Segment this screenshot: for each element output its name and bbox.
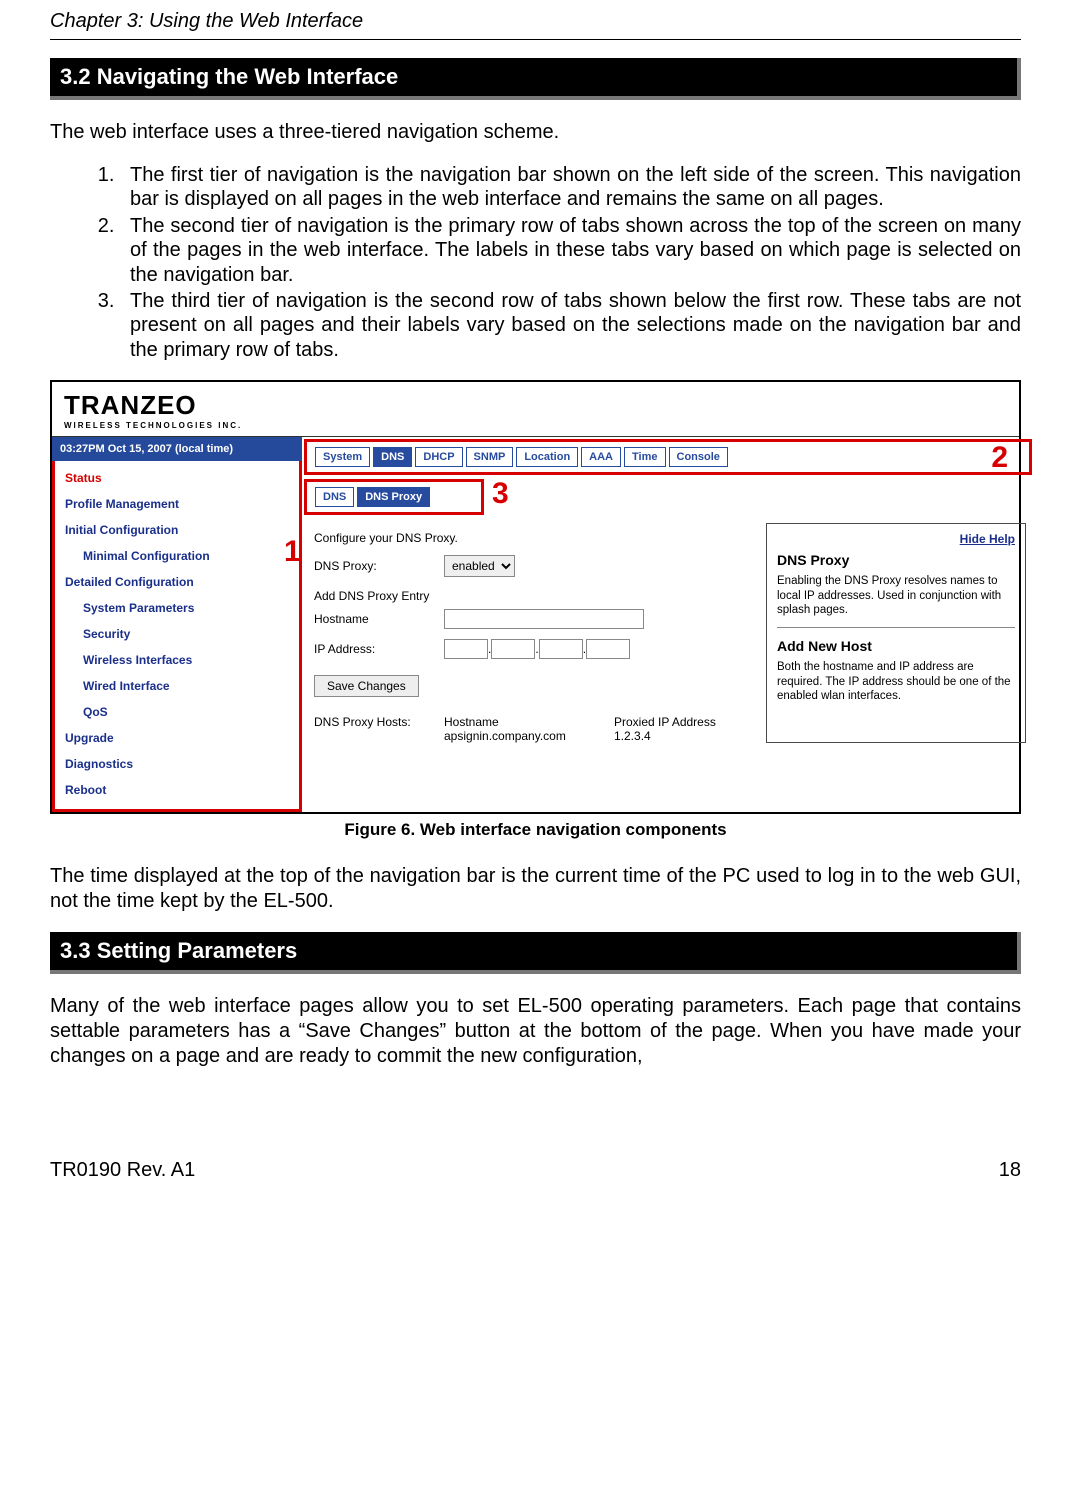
subtab-dns[interactable]: DNS <box>315 487 354 507</box>
tab-console[interactable]: Console <box>669 447 728 467</box>
ip-address-label: IP Address: <box>314 642 444 656</box>
tab-snmp[interactable]: SNMP <box>466 447 514 467</box>
primary-tabs: System DNS DHCP SNMP Location AAA Time C… <box>304 439 1032 475</box>
cell-ip: 1.2.3.4 <box>614 729 754 743</box>
hostname-label: Hostname <box>314 612 444 626</box>
footer-doc-id: TR0190 Rev. A1 <box>50 1159 195 1182</box>
list-item: The first tier of navigation is the navi… <box>120 163 1021 212</box>
help-body-add-host: Both the hostname and IP address are req… <box>777 660 1015 703</box>
sidebar-item-upgrade[interactable]: Upgrade <box>55 725 299 751</box>
section-3-3-body: Many of the web interface pages allow yo… <box>50 994 1021 1069</box>
help-title-add-host: Add New Host <box>777 638 1015 654</box>
sidebar-item-wireless-interfaces[interactable]: Wireless Interfaces <box>55 647 299 673</box>
logo-subtext: WIRELESS TECHNOLOGIES INC. <box>64 421 1007 430</box>
hostname-input[interactable] <box>444 609 644 629</box>
col-hostname: Hostname <box>444 715 614 729</box>
tab-time[interactable]: Time <box>624 447 665 467</box>
hosts-heading: DNS Proxy Hosts: <box>314 715 444 729</box>
annotation-3: 3 <box>492 477 509 511</box>
local-time-display: 03:27PM Oct 15, 2007 (local time) <box>52 437 302 461</box>
page-footer: TR0190 Rev. A1 18 <box>50 1159 1021 1182</box>
tab-dns[interactable]: DNS <box>373 447 412 467</box>
ip-octet-1[interactable] <box>444 639 488 659</box>
left-nav: Status Profile Management Initial Config… <box>52 461 302 812</box>
ip-octet-3[interactable] <box>539 639 583 659</box>
logo-area: TRANZEO WIRELESS TECHNOLOGIES INC. <box>52 382 1019 437</box>
navigation-tier-list: The first tier of navigation is the navi… <box>120 163 1021 362</box>
page-description: Configure your DNS Proxy. <box>314 531 754 545</box>
sidebar-item-minimal-config[interactable]: Minimal Configuration <box>55 543 299 569</box>
save-changes-button[interactable]: Save Changes <box>314 675 419 697</box>
add-entry-heading: Add DNS Proxy Entry <box>314 589 754 603</box>
sidebar: 03:27PM Oct 15, 2007 (local time) Status… <box>52 437 302 812</box>
intro-text: The web interface uses a three-tiered na… <box>50 120 1021 145</box>
list-item: The second tier of navigation is the pri… <box>120 214 1021 287</box>
footer-page-num: 18 <box>999 1159 1021 1182</box>
annotation-2: 2 <box>991 441 1008 475</box>
sidebar-item-profile[interactable]: Profile Management <box>55 491 299 517</box>
chapter-title: Chapter 3: Using the Web Interface <box>50 10 1021 39</box>
col-proxied-ip: Proxied IP Address <box>614 715 754 729</box>
secondary-tabs: DNS DNS Proxy <box>304 479 484 515</box>
main-content: 2 3 System DNS DHCP SNMP Location AAA Ti… <box>302 437 1038 812</box>
help-title-dns-proxy: DNS Proxy <box>777 552 1015 568</box>
rule <box>50 39 1021 40</box>
dns-proxy-hosts-table: DNS Proxy Hosts: Hostname Proxied IP Add… <box>314 715 754 743</box>
help-body-dns-proxy: Enabling the DNS Proxy resolves names to… <box>777 574 1015 617</box>
section-heading-3-2: 3.2 Navigating the Web Interface <box>50 58 1021 100</box>
tab-dhcp[interactable]: DHCP <box>415 447 462 467</box>
sidebar-item-system-parameters[interactable]: System Parameters <box>55 595 299 621</box>
sidebar-item-reboot[interactable]: Reboot <box>55 777 299 803</box>
sidebar-item-initial-config[interactable]: Initial Configuration <box>55 517 299 543</box>
dns-proxy-select[interactable]: enabled <box>444 555 515 577</box>
sidebar-item-diagnostics[interactable]: Diagnostics <box>55 751 299 777</box>
figure-caption: Figure 6. Web interface navigation compo… <box>50 820 1021 840</box>
sidebar-item-status[interactable]: Status <box>55 465 299 491</box>
figure-6-screenshot: TRANZEO WIRELESS TECHNOLOGIES INC. 1 03:… <box>50 380 1021 814</box>
annotation-1: 1 <box>284 535 301 569</box>
dns-proxy-label: DNS Proxy: <box>314 559 444 573</box>
ip-octet-2[interactable] <box>491 639 535 659</box>
list-item: The third tier of navigation is the seco… <box>120 289 1021 362</box>
help-panel: Hide Help DNS Proxy Enabling the DNS Pro… <box>766 523 1026 743</box>
ip-octet-4[interactable] <box>586 639 630 659</box>
tab-location[interactable]: Location <box>516 447 578 467</box>
hide-help-link[interactable]: Hide Help <box>777 532 1015 546</box>
help-divider <box>777 627 1015 628</box>
logo-text: TRANZEO <box>64 390 1007 421</box>
tab-system[interactable]: System <box>315 447 370 467</box>
sidebar-item-security[interactable]: Security <box>55 621 299 647</box>
sidebar-item-wired-interface[interactable]: Wired Interface <box>55 673 299 699</box>
subtab-dns-proxy[interactable]: DNS Proxy <box>357 487 430 507</box>
cell-hostname: apsignin.company.com <box>444 729 614 743</box>
sidebar-item-qos[interactable]: QoS <box>55 699 299 725</box>
sidebar-item-detailed-config[interactable]: Detailed Configuration <box>55 569 299 595</box>
tab-aaa[interactable]: AAA <box>581 447 621 467</box>
after-figure-text: The time displayed at the top of the nav… <box>50 864 1021 914</box>
section-heading-3-3: 3.3 Setting Parameters <box>50 932 1021 974</box>
